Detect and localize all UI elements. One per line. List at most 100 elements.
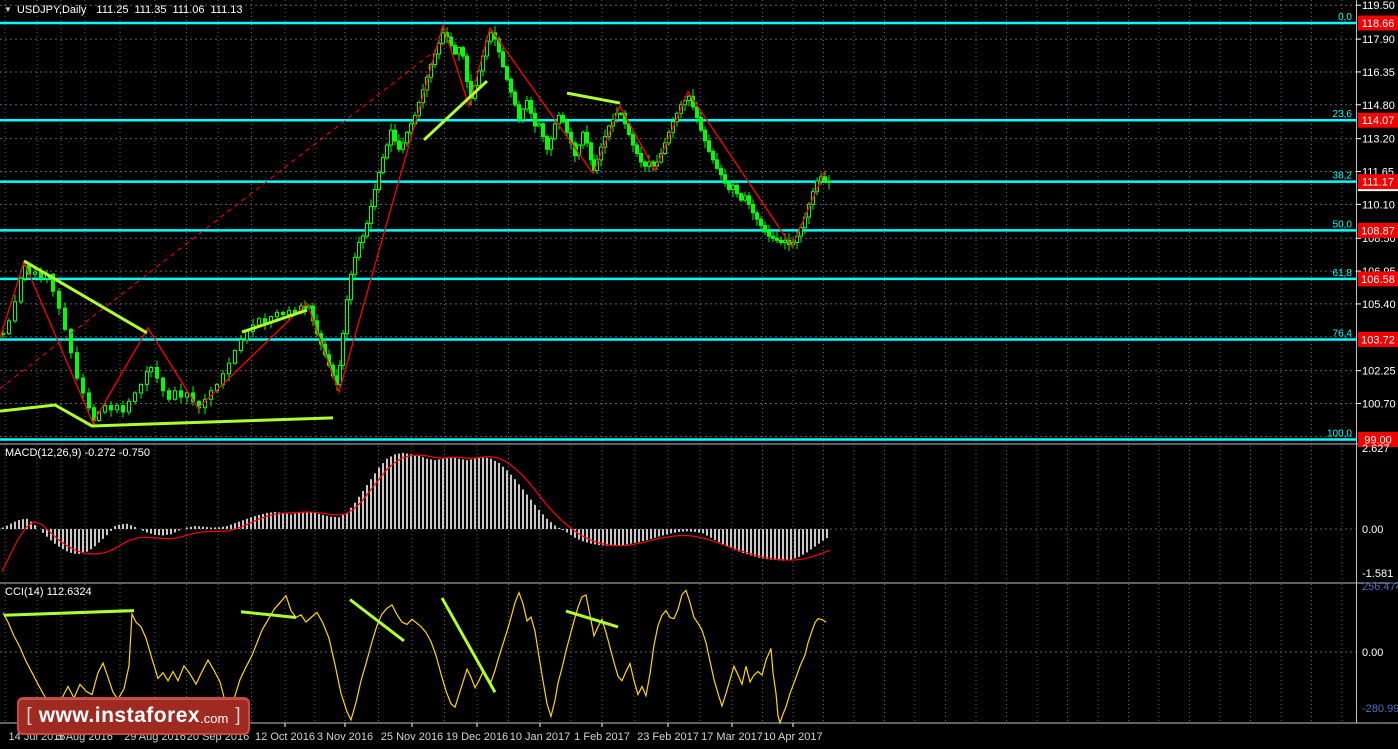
- watermark-bracket-right: ]: [235, 705, 241, 726]
- candle-body: [545, 136, 549, 150]
- candle-body: [739, 193, 743, 201]
- candle-body: [727, 182, 731, 191]
- date-label: 25 Nov 2016: [381, 731, 443, 743]
- candle-body: [397, 140, 401, 150]
- candle-body: [763, 225, 767, 233]
- chevron-down-icon[interactable]: ▼: [4, 5, 12, 14]
- candle-body: [33, 271, 37, 275]
- date-label: 19 Dec 2016: [446, 731, 508, 743]
- candle-body: [7, 320, 11, 335]
- cci-value: 112.6324: [46, 586, 92, 598]
- candle-body: [353, 256, 357, 275]
- trendline: [422, 79, 489, 142]
- candle-body: [461, 47, 465, 57]
- candle-body: [779, 239, 783, 243]
- candle-body: [723, 174, 727, 184]
- candle-body: [747, 195, 751, 205]
- fib-ratio-label: 50,0: [1333, 219, 1353, 230]
- candle-body: [338, 364, 342, 385]
- candle-body: [489, 32, 493, 42]
- candle-body: [161, 377, 165, 392]
- candle-body: [561, 114, 565, 123]
- candle-body: [441, 32, 445, 44]
- date-label: 17 Mar 2017: [701, 731, 763, 743]
- candle-body: [75, 352, 79, 379]
- fib-price-badge-label: 114.07: [1362, 115, 1395, 127]
- trendline: [566, 91, 621, 105]
- candle-body: [405, 131, 409, 144]
- candle-body: [63, 307, 67, 330]
- candle-body: [13, 301, 17, 322]
- fib-price-badge-label: 108.87: [1361, 225, 1395, 237]
- fib-ratio-label: 100,0: [1327, 429, 1352, 440]
- cci-indicator-label: CCI(14) 112.6324: [5, 586, 92, 598]
- candle-body: [643, 161, 647, 167]
- date-label: 12 Oct 2016: [255, 731, 315, 743]
- dashed-channel-line: [0, 38, 451, 390]
- candle-body: [715, 159, 719, 169]
- candle-body: [389, 129, 393, 146]
- candle-body: [707, 140, 711, 152]
- candle-body: [233, 350, 237, 364]
- candle-body: [823, 176, 827, 182]
- candle-body: [695, 106, 699, 118]
- candle-body: [453, 44, 457, 55]
- candle-body: [509, 78, 513, 93]
- candle-body: [755, 212, 759, 220]
- fib-ratio-label: 0,0: [1338, 12, 1352, 23]
- open-value: 111.25: [96, 4, 129, 16]
- candle-body: [525, 100, 529, 110]
- candle-body: [155, 366, 159, 379]
- candle-body: [639, 153, 643, 163]
- fib-ratio-label: 23,6: [1333, 109, 1353, 120]
- candle-body: [549, 138, 553, 150]
- candle-body: [735, 184, 739, 195]
- candle-body: [361, 235, 365, 243]
- candle-body: [719, 167, 723, 176]
- chart-plot[interactable]: 0,0 23,6 38,2 50,0 61,8 76,4 100,0 119.50 117.90…: [0, 0, 1398, 749]
- price-tick-label: 114.80: [1362, 100, 1395, 112]
- candle-body: [699, 116, 703, 131]
- trendline: [241, 308, 308, 334]
- candle-body: [341, 333, 345, 366]
- macd-main-value: -0.272: [84, 447, 116, 459]
- candle-body: [585, 131, 589, 144]
- candle-body: [731, 184, 735, 191]
- candle-body: [711, 150, 715, 161]
- macd-indicator-label: MACD(12,26,9) -0.272 -0.750: [5, 447, 150, 459]
- high-value: 111.35: [134, 4, 167, 16]
- price-tick-label: 100.70: [1362, 399, 1396, 411]
- indicator-axis-label: 2.627: [1362, 443, 1390, 455]
- fib-ratio-label: 38,2: [1333, 171, 1353, 182]
- candle-body: [751, 203, 755, 214]
- candle-body: [565, 121, 569, 133]
- candle-body: [517, 104, 521, 121]
- candle-body: [357, 241, 361, 258]
- candle-body: [167, 390, 171, 400]
- price-tick-label: 105.40: [1362, 299, 1396, 311]
- candle-body: [257, 318, 261, 326]
- price-tick-label: 117.90: [1362, 34, 1395, 46]
- candle-body: [553, 123, 557, 140]
- macd-name: MACD(12,26,9): [5, 447, 82, 459]
- indicator-axis-label: 0.00: [1362, 524, 1383, 536]
- candle-body: [377, 172, 381, 191]
- candle-body: [589, 142, 593, 161]
- cci-trendline: [349, 598, 405, 643]
- candle-body: [581, 131, 585, 146]
- candle-body: [127, 400, 131, 413]
- candle-body: [173, 390, 177, 400]
- candle-body: [365, 222, 369, 237]
- candle-body: [687, 95, 691, 102]
- candle-body: [145, 371, 149, 385]
- candle-body: [239, 339, 243, 352]
- candle-body: [369, 205, 373, 224]
- candle-body: [349, 273, 353, 301]
- candle-body: [619, 112, 623, 115]
- date-label: 3 Nov 2016: [317, 731, 373, 743]
- candle-body: [557, 114, 561, 125]
- candle-body: [783, 239, 787, 243]
- date-label: 10 Jan 2017: [510, 731, 571, 743]
- candle-body: [373, 189, 377, 207]
- candle-body: [121, 405, 125, 413]
